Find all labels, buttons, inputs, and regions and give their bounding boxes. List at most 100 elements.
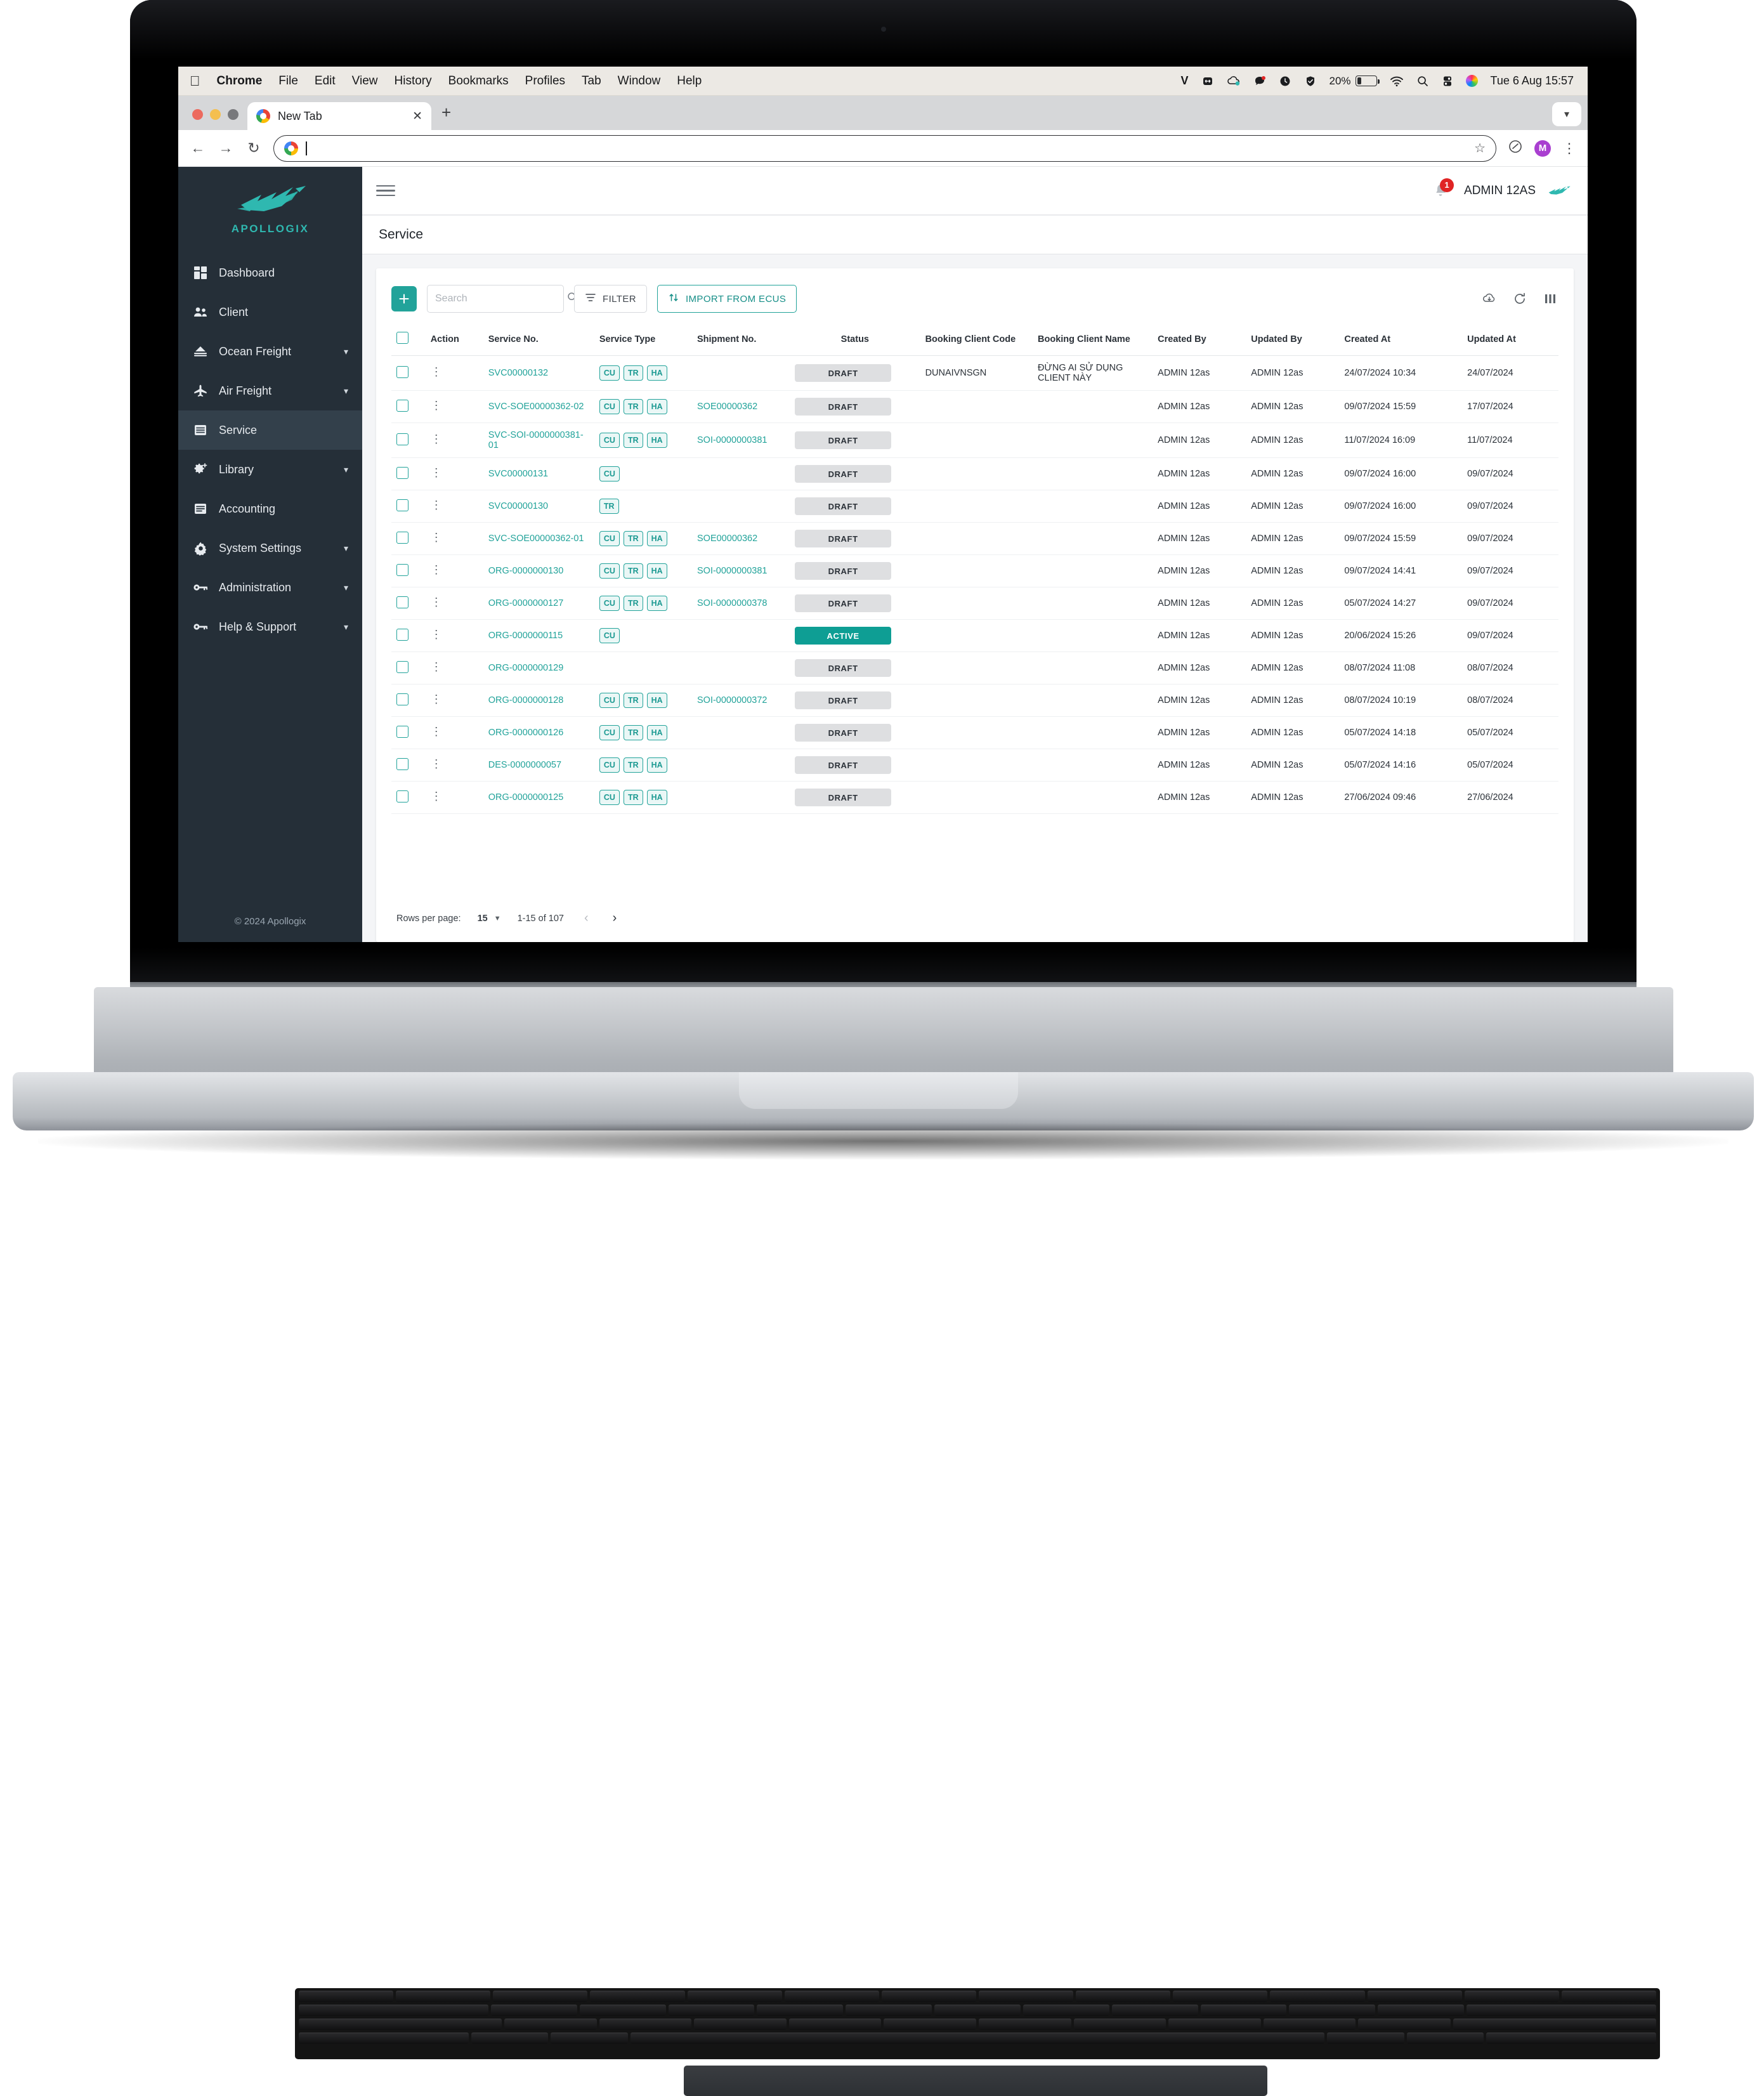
extension-icon[interactable] <box>1508 139 1523 158</box>
service-type-chip[interactable]: CU <box>599 693 620 708</box>
search-box[interactable] <box>427 285 578 313</box>
row-select-cell[interactable] <box>391 457 426 490</box>
refresh-icon[interactable] <box>1512 291 1528 307</box>
service-no-link[interactable]: ORG-0000000127 <box>488 598 564 608</box>
cell-shipment-no[interactable] <box>692 652 790 684</box>
service-no-link[interactable]: ORG-0000000128 <box>488 695 564 705</box>
service-no-link[interactable]: ORG-0000000115 <box>488 631 563 641</box>
service-no-link[interactable]: ORG-0000000129 <box>488 663 564 673</box>
cell-service-no[interactable]: SVC00000132 <box>483 355 594 391</box>
menubar-item-tab[interactable]: Tab <box>582 74 601 88</box>
sidebar-item-administration[interactable]: Administration ▾ <box>178 568 362 607</box>
cell-shipment-no[interactable]: SOE00000362 <box>692 522 790 555</box>
service-no-link[interactable]: SVC00000131 <box>488 469 548 479</box>
row-checkbox[interactable] <box>396 790 408 802</box>
service-type-chip[interactable]: HA <box>646 365 667 381</box>
table-row[interactable]: ⋮ ORG-0000000130 CU TR HA SOI-0000000381 DRAFT… <box>391 554 1558 587</box>
service-type-chip[interactable]: TR <box>623 433 643 448</box>
cell-service-no[interactable]: SVC00000131 <box>483 457 594 490</box>
sidebar-item-help-support[interactable]: Help & Support ▾ <box>178 607 362 646</box>
row-checkbox[interactable] <box>396 563 408 576</box>
row-menu-icon[interactable]: ⋮ <box>431 693 442 705</box>
col-header-created-by[interactable]: Created By <box>1153 324 1246 356</box>
row-action-cell[interactable]: ⋮ <box>425 490 483 523</box>
row-menu-icon[interactable]: ⋮ <box>431 531 442 544</box>
menubar-clock[interactable]: Tue 6 Aug 15:57 <box>1491 74 1574 88</box>
row-menu-icon[interactable]: ⋮ <box>431 596 442 608</box>
col-header-status[interactable]: Status <box>790 324 920 356</box>
row-action-cell[interactable]: ⋮ <box>425 390 483 423</box>
maximize-window-button[interactable] <box>228 109 238 120</box>
cell-service-no[interactable]: SVC-SOI-0000000381-01 <box>483 422 594 458</box>
menubar-item-bookmarks[interactable]: Bookmarks <box>448 74 509 88</box>
shipment-no-link[interactable]: SOI-0000000372 <box>697 695 767 705</box>
cell-shipment-no[interactable] <box>692 749 790 782</box>
row-menu-icon[interactable]: ⋮ <box>431 790 442 802</box>
row-checkbox[interactable] <box>396 628 408 641</box>
service-type-chip[interactable]: CU <box>599 433 620 448</box>
brand-block[interactable]: APOLLOGIX <box>178 167 362 247</box>
row-action-cell[interactable]: ⋮ <box>425 587 483 620</box>
expand-icon[interactable] <box>1201 75 1214 88</box>
cell-service-no[interactable]: ORG-0000000126 <box>483 716 594 749</box>
row-checkbox[interactable] <box>396 725 408 738</box>
star-icon[interactable]: ☆ <box>1474 140 1486 156</box>
cell-service-no[interactable]: ORG-0000000115 <box>483 619 594 652</box>
service-type-chip[interactable]: HA <box>646 757 667 773</box>
row-select-cell[interactable] <box>391 390 426 423</box>
rows-per-page-select[interactable]: 15 ▼ <box>478 914 501 924</box>
col-header-shipment-no[interactable]: Shipment No. <box>692 324 790 356</box>
row-select-cell[interactable] <box>391 619 426 652</box>
table-row[interactable]: ⋮ SVC00000131 CU DRAFT ADMIN 12as ADMIN 12as 0… <box>391 457 1558 490</box>
row-menu-icon[interactable]: ⋮ <box>431 365 442 378</box>
cell-shipment-no[interactable]: SOI-0000000378 <box>692 587 790 620</box>
table-row[interactable]: ⋮ DES-0000000057 CU TR HA DRAFT ADMIN 12as ADMI… <box>391 749 1558 782</box>
close-window-button[interactable] <box>192 109 203 120</box>
chevron-down-icon[interactable]: ▾ <box>344 464 348 475</box>
service-type-chip[interactable]: HA <box>646 725 667 740</box>
row-menu-icon[interactable]: ⋮ <box>431 499 442 511</box>
cloud-download-icon[interactable] <box>1481 291 1498 307</box>
shipment-no-link[interactable]: SOE00000362 <box>697 402 757 412</box>
sidebar-item-air-freight[interactable]: Air Freight ▾ <box>178 371 362 410</box>
row-checkbox[interactable] <box>396 433 408 445</box>
col-header-updated-by[interactable]: Updated By <box>1246 324 1340 356</box>
col-header-action[interactable]: Action <box>425 324 483 356</box>
battery-status[interactable]: 20% <box>1330 75 1380 88</box>
cell-service-no[interactable]: SVC-SOE00000362-01 <box>483 522 594 555</box>
row-select-cell[interactable] <box>391 652 426 684</box>
close-icon[interactable]: ✕ <box>412 109 422 124</box>
service-type-chip[interactable]: HA <box>646 563 667 579</box>
menubar-item-window[interactable]: Window <box>618 74 661 88</box>
table-row[interactable]: ⋮ ORG-0000000115 CU ACTIVE ADMIN 12as ADMIN 1… <box>391 619 1558 652</box>
minimize-window-button[interactable] <box>210 109 221 120</box>
row-checkbox[interactable] <box>396 757 408 770</box>
service-no-link[interactable]: SVC-SOE00000362-01 <box>488 534 584 544</box>
plus-icon[interactable]: + <box>431 103 461 130</box>
chevron-down-icon[interactable]: ▾ <box>344 543 348 554</box>
cell-shipment-no[interactable] <box>692 457 790 490</box>
sidebar-item-library[interactable]: Library ▾ <box>178 450 362 489</box>
chevron-down-icon[interactable]: ▾ <box>344 582 348 593</box>
menubar-item-view[interactable]: View <box>352 74 378 88</box>
apple-logo-icon[interactable]:  <box>190 74 200 88</box>
row-select-cell[interactable] <box>391 554 426 587</box>
service-type-chip[interactable]: TR <box>623 596 643 611</box>
service-type-chip[interactable]: TR <box>623 531 643 546</box>
service-type-chip[interactable]: HA <box>646 399 667 414</box>
col-header-updated-at[interactable]: Updated At <box>1462 324 1558 356</box>
row-action-cell[interactable]: ⋮ <box>425 781 483 814</box>
search-input[interactable] <box>435 293 566 305</box>
reload-icon[interactable]: ↻ <box>245 140 262 157</box>
cell-shipment-no[interactable]: SOI-0000000381 <box>692 554 790 587</box>
v-icon[interactable]: V <box>1181 74 1189 88</box>
cell-shipment-no[interactable]: SOI-0000000372 <box>692 684 790 717</box>
cell-service-no[interactable]: DES-0000000057 <box>483 749 594 782</box>
kebab-menu-icon[interactable]: ⋮ <box>1562 140 1576 157</box>
col-header-booking-client-name[interactable]: Booking Client Name <box>1033 324 1153 356</box>
menubar-item-chrome[interactable]: Chrome <box>217 74 263 88</box>
cell-shipment-no[interactable] <box>692 619 790 652</box>
chevron-down-icon[interactable]: ▾ <box>1552 102 1581 126</box>
row-select-cell[interactable] <box>391 781 426 814</box>
row-menu-icon[interactable]: ⋮ <box>431 466 442 479</box>
